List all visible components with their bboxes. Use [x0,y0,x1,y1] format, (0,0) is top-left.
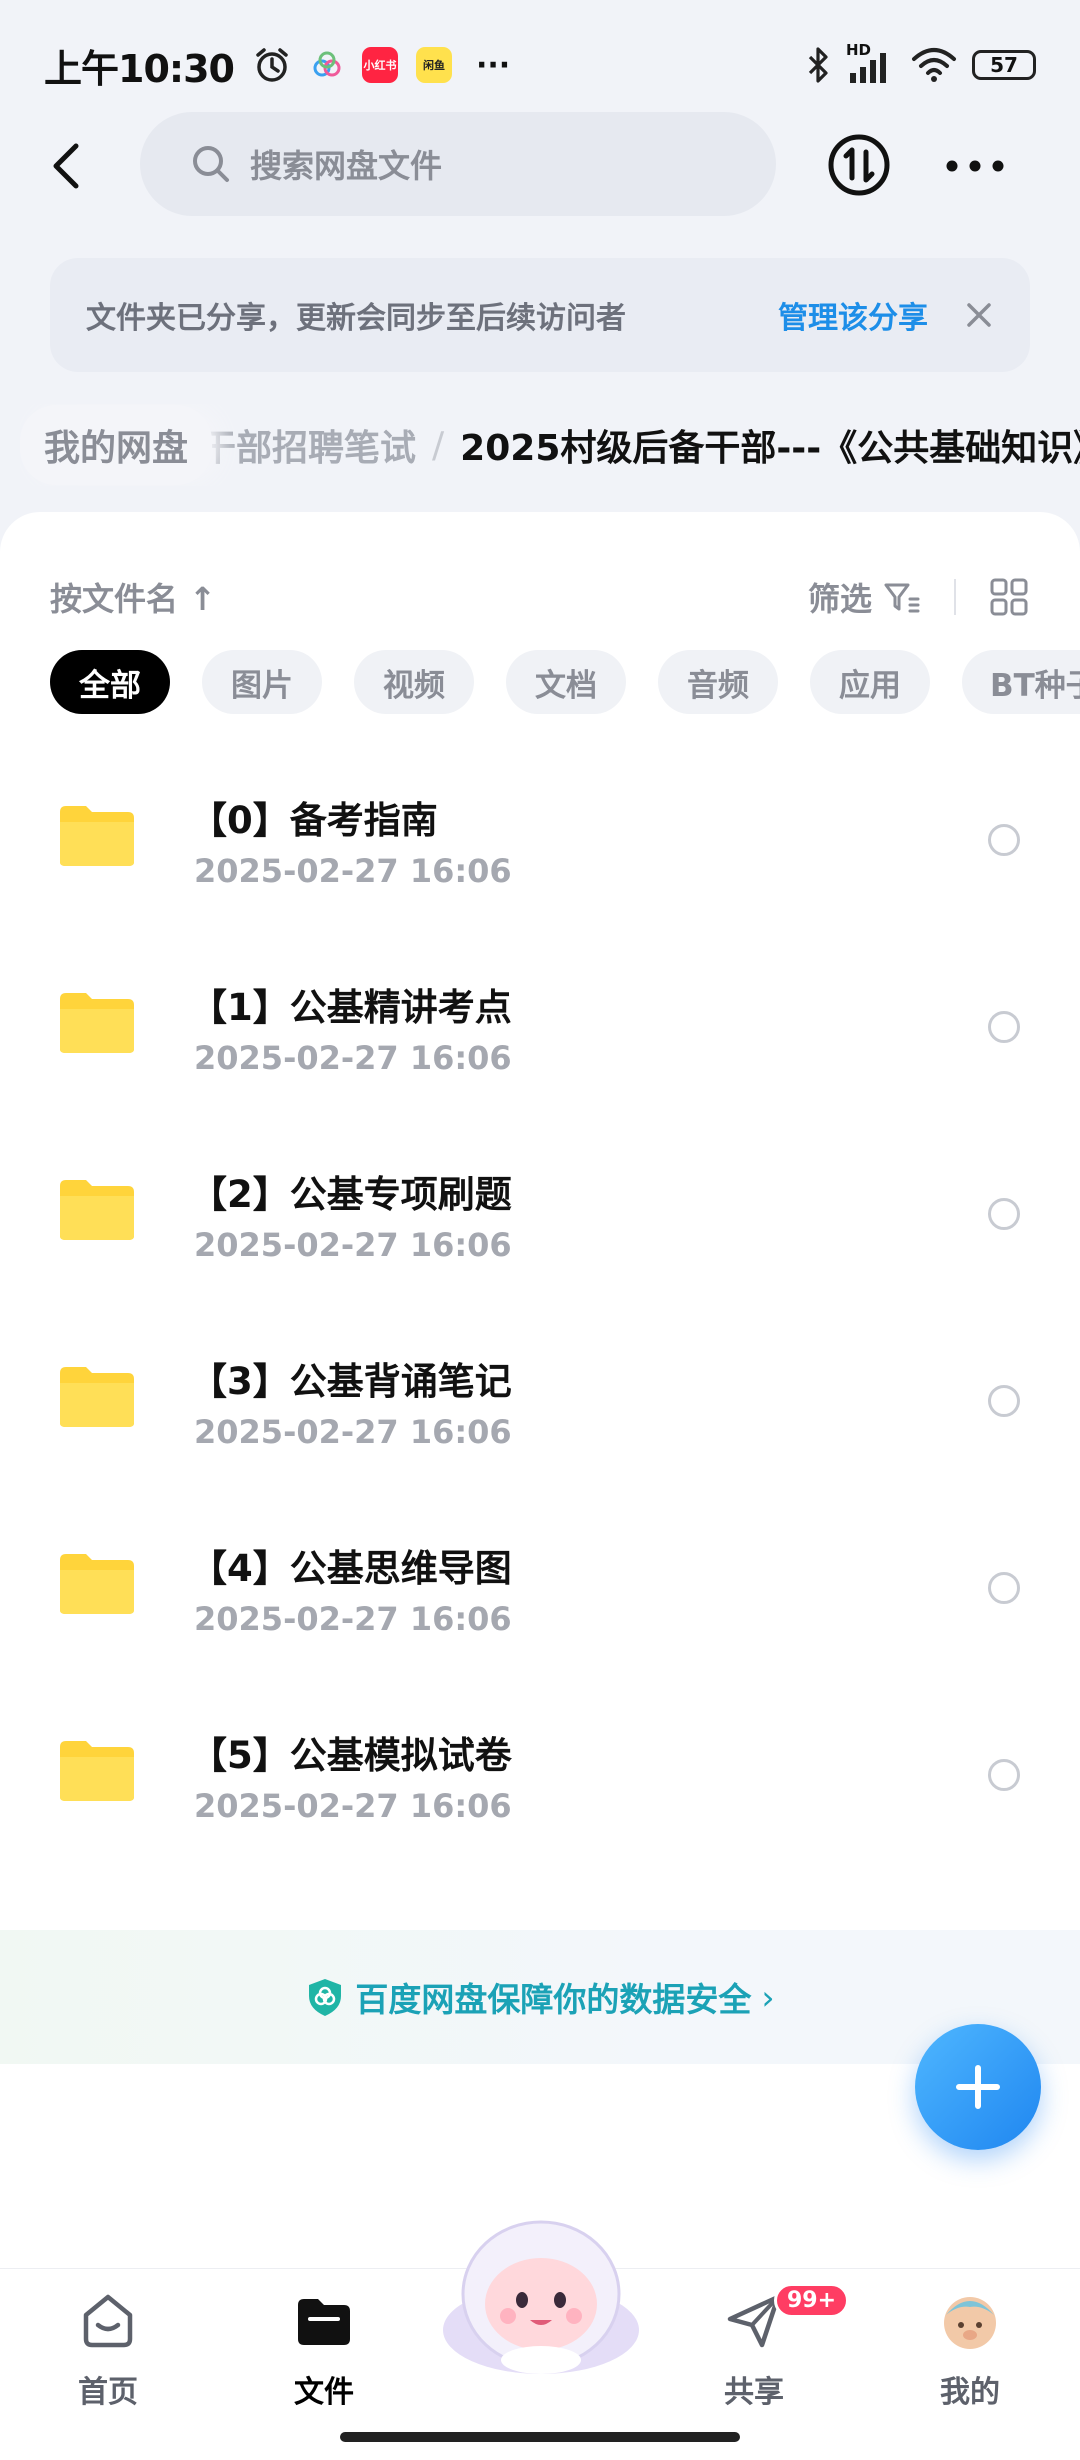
file-date: 2025-02-27 16:06 [194,1226,512,1264]
chip-videos[interactable]: 视频 [354,650,474,714]
avatar-icon [944,2297,996,2349]
file-name: 【3】公基背诵笔记 [190,1360,512,1403]
divider [954,579,956,615]
file-date: 2025-02-27 16:06 [194,1039,512,1077]
breadcrumb-current: 2025村级后备干部---《公共基础知识》 [460,428,1080,469]
tab-label: 文件 [294,2375,354,2410]
file-date: 2025-02-27 16:06 [194,1787,512,1825]
tab-label: 共享 [724,2375,784,2410]
list-item[interactable]: 【4】公基思维导图 2025-02-27 16:06 [0,1508,1080,1695]
file-name: 【4】公基思维导图 [190,1547,512,1590]
tab-mine[interactable]: 我的 [910,2289,1030,2439]
tab-label: 首页 [78,2375,138,2410]
chip-apps[interactable]: 应用 [810,650,930,714]
folder-icon [60,806,134,866]
filter-icon[interactable] [882,577,922,617]
xiaohongshu-app-icon: 小红书 [361,47,398,83]
file-list: 【0】备考指南 2025-02-27 16:06 【1】公基精讲考点 2025-… [0,760,1080,1882]
sort-by-name-button[interactable]: 按文件名 ↑ [50,574,216,620]
select-checkbox[interactable] [988,824,1020,856]
select-checkbox[interactable] [988,1011,1020,1043]
status-more: ··· [475,47,511,83]
chip-audio[interactable]: 音频 [658,650,778,714]
select-checkbox[interactable] [988,1759,1020,1791]
battery-indicator: 57 [972,50,1036,80]
manage-share-link[interactable]: 管理该分享 [778,293,928,337]
file-name: 【0】备考指南 [190,799,438,842]
search-input[interactable]: 搜索网盘文件 [140,112,776,216]
type-filter-chips: 全部 图片 视频 文档 音频 应用 BT种子 [50,650,1080,714]
share-notice-banner: 文件夹已分享，更新会同步至后续访问者 管理该分享 [50,258,1030,372]
back-button[interactable] [40,138,96,194]
alarm-icon [256,48,288,82]
folder-icon [60,1180,134,1240]
home-indicator[interactable] [340,2432,740,2442]
status-bar: 上午10:30 小红书 闲鱼 ··· HD 57 [0,0,1080,130]
add-button[interactable] [915,2024,1041,2150]
chip-bt-torrent[interactable]: BT种子 [962,650,1080,714]
file-name: 【1】公基精讲考点 [190,986,512,1029]
file-date: 2025-02-27 16:06 [194,1600,512,1638]
share-notice-text: 文件夹已分享，更新会同步至后续访问者 [86,301,626,336]
list-item[interactable]: 【5】公基模拟试卷 2025-02-27 16:06 [0,1695,1080,1882]
status-time: 上午10:30 [44,46,235,91]
mascot-astronaut-icon[interactable] [436,2212,646,2382]
filter-button[interactable]: 筛选 [808,574,872,620]
file-date: 2025-02-27 16:06 [194,852,512,890]
chevron-right-icon: › [761,1977,775,2017]
tab-label: 我的 [940,2375,1000,2410]
data-safety-banner[interactable]: 百度网盘保障你的数据安全 › [0,1930,1080,2064]
search-icon [193,146,229,182]
file-name: 【2】公基专项刷题 [190,1173,512,1216]
folder-icon [60,1367,134,1427]
breadcrumb-parent[interactable]: 干部招聘笔试 [200,419,416,471]
list-item[interactable]: 【3】公基背诵笔记 2025-02-27 16:06 [0,1321,1080,1508]
tab-files[interactable]: 文件 [264,2289,384,2439]
search-placeholder: 搜索网盘文件 [250,147,443,185]
plus-icon [956,2065,1000,2109]
chip-documents[interactable]: 文档 [506,650,626,714]
file-date: 2025-02-27 16:06 [194,1413,512,1451]
sort-filter-row: 按文件名 ↑ 筛选 [50,562,1030,632]
list-item[interactable]: 【2】公基专项刷题 2025-02-27 16:06 [0,1134,1080,1321]
notification-badge: 99+ [774,2283,850,2318]
signal-icon: HD [846,41,896,85]
breadcrumb-home[interactable]: 我的网盘 [20,405,213,485]
tab-share[interactable]: 99+ 共享 [694,2283,850,2439]
xianyu-app-icon: 闲鱼 [415,47,452,83]
select-checkbox[interactable] [988,1385,1020,1417]
folder-icon [60,1741,134,1801]
home-face-icon [83,2294,133,2348]
bluetooth-icon [808,47,828,83]
chip-all[interactable]: 全部 [50,650,170,714]
breadcrumb: 我的网盘 干部招聘笔试 / 2025村级后备干部---《公共基础知识》 [20,404,1080,486]
folder-icon [298,2299,350,2345]
file-panel: 按文件名 ↑ 筛选 全部 图片 视频 文档 音频 应用 BT种子 【0】备考指南… [0,512,1080,2272]
select-checkbox[interactable] [988,1572,1020,1604]
data-safety-text: 百度网盘保障你的数据安全 [355,1980,752,2019]
tab-home[interactable]: 首页 [48,2289,168,2439]
close-icon[interactable] [964,300,994,330]
folder-icon [60,993,134,1053]
wifi-icon [912,48,956,82]
chip-images[interactable]: 图片 [202,650,322,714]
grid-view-icon[interactable] [988,576,1030,618]
transfer-list-button[interactable] [826,132,892,198]
top-bar: 搜索网盘文件 [0,112,1080,220]
baidu-cloud-icon [313,51,341,77]
list-item[interactable]: 【1】公基精讲考点 2025-02-27 16:06 [0,947,1080,1134]
list-item[interactable]: 【0】备考指南 2025-02-27 16:06 [0,760,1080,947]
shield-icon [309,1979,342,2016]
breadcrumb-separator: / [432,424,445,466]
more-options-button[interactable] [942,146,1008,186]
file-name: 【5】公基模拟试卷 [190,1734,512,1777]
folder-icon [60,1554,134,1614]
select-checkbox[interactable] [988,1198,1020,1230]
